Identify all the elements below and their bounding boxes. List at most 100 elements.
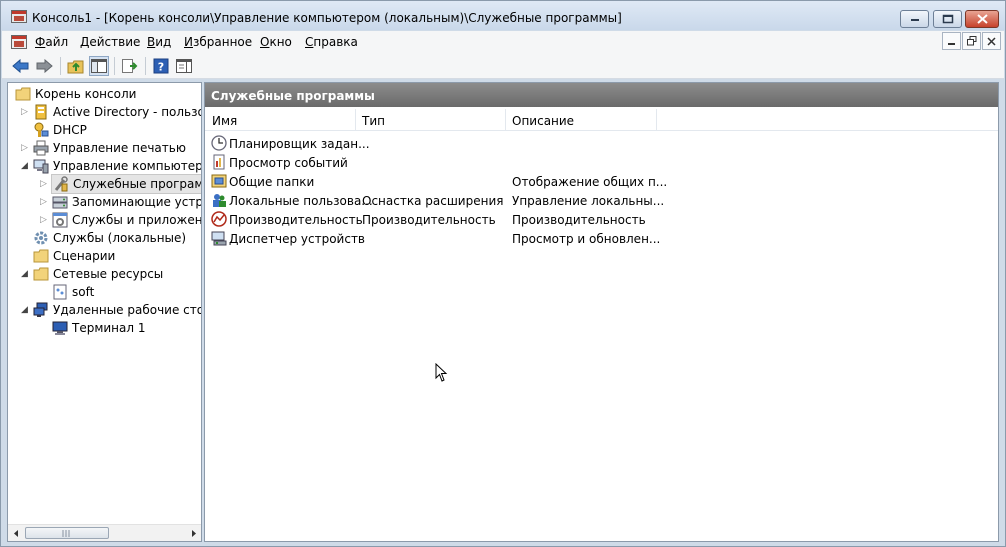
console-tree[interactable]: Корень консоли ▷ Active Directory - поль… (7, 82, 202, 542)
tree-item-label: Сетевые ресурсы (53, 267, 164, 281)
folder-icon (15, 86, 31, 102)
tree-item-label: Запоминающие устро (72, 195, 202, 209)
title-bar[interactable]: Консоль1 - [Корень консоли\Управление ко… (1, 1, 1005, 30)
performance-icon (211, 211, 227, 227)
back-button[interactable] (11, 56, 31, 76)
show-action-pane-icon (176, 59, 192, 73)
help-button[interactable]: ? (151, 56, 171, 76)
minimize-button[interactable] (900, 10, 929, 28)
toolbar: ? (2, 53, 1004, 79)
tree-item-terminal-1[interactable]: Терминал 1 (52, 319, 146, 337)
list-item-name: Производительность (229, 213, 363, 227)
tree-item-console-root[interactable]: Корень консоли (15, 85, 136, 103)
list-item[interactable]: Производительность Производительность Пр… (205, 210, 998, 229)
menu-view[interactable]: Вид (147, 35, 171, 49)
column-description[interactable]: Описание (512, 114, 574, 128)
child-restore-button[interactable] (962, 32, 981, 50)
collapse-arrow-icon[interactable]: ◢ (21, 161, 33, 171)
column-divider[interactable] (505, 109, 506, 131)
tree-horizontal-scrollbar[interactable] (8, 524, 201, 541)
export-list-icon (122, 59, 138, 73)
menu-favorites[interactable]: Избранное (184, 35, 252, 49)
child-close-button[interactable] (982, 32, 1001, 50)
expand-arrow-icon[interactable]: ▷ (21, 107, 33, 117)
menu-action[interactable]: Действие (80, 35, 140, 49)
list-item[interactable]: Просмотр событий (205, 153, 998, 172)
toolbar-separator (145, 57, 146, 75)
tree-item-label: Службы и приложени (72, 213, 202, 227)
tree-item-scripts[interactable]: Сценарии (33, 247, 115, 265)
tree-item-remote-desktops[interactable]: ◢ Удаленные рабочие столь (21, 301, 201, 319)
tree-item-active-directory[interactable]: ▷ Active Directory - пользова (21, 103, 201, 121)
up-one-level-button[interactable] (66, 56, 86, 76)
child-minimize-button[interactable] (942, 32, 961, 50)
tree-item-label: Управление печатью (53, 141, 186, 155)
menu-help[interactable]: Справка (305, 35, 358, 49)
printer-icon (33, 140, 49, 156)
list-item-name: Локальные пользова... (229, 194, 373, 208)
tree-item-services-applications[interactable]: ▷ Службы и приложени (40, 211, 202, 229)
forward-button[interactable] (34, 56, 54, 76)
maximize-button[interactable] (933, 10, 962, 28)
selected-highlight: Служебные программ (50, 174, 201, 194)
export-list-button[interactable] (120, 56, 140, 76)
expand-arrow-icon[interactable]: ▷ (40, 179, 52, 189)
column-name[interactable]: Имя (212, 114, 237, 128)
column-divider[interactable] (355, 109, 356, 131)
tree-item-label: Удаленные рабочие столь (53, 303, 201, 317)
expand-arrow-icon[interactable]: ▷ (21, 143, 33, 153)
tree-item-soft[interactable]: soft (52, 283, 94, 301)
expand-arrow-icon[interactable]: ▷ (40, 197, 52, 207)
tree-item-label: Active Directory - пользова (53, 105, 201, 119)
tree-item-network-resources[interactable]: ◢ Сетевые ресурсы (21, 265, 163, 283)
column-divider[interactable] (656, 109, 657, 131)
menu-file[interactable]: Файл (35, 35, 68, 49)
tree-item-label: Управление компьютером (53, 159, 202, 173)
list-item[interactable]: Общие папки Отображение общих п... (205, 172, 998, 191)
computer-management-icon (33, 158, 49, 174)
column-header: Имя Тип Описание (205, 109, 998, 131)
list-item-type: Оснастка расширения (362, 194, 504, 208)
tree-item-print-management[interactable]: ▷ Управление печатью (21, 139, 186, 157)
show-hide-tree-button[interactable] (89, 56, 109, 76)
list-item[interactable]: Диспетчер устройств Просмотр и обновлен.… (205, 229, 998, 248)
list-item-description: Производительность (512, 213, 646, 227)
tree-item-dhcp[interactable]: DHCP (33, 121, 87, 139)
share-icon (52, 284, 68, 300)
scrollbar-thumb[interactable] (25, 527, 109, 539)
tree-item-storage[interactable]: ▷ Запоминающие устро (40, 193, 202, 211)
scroll-right-icon[interactable] (190, 529, 198, 538)
tree-item-label: Корень консоли (35, 87, 137, 101)
list-item[interactable]: Локальные пользова... Оснастка расширени… (205, 191, 998, 210)
tree-item-label: soft (72, 285, 95, 299)
document-system-menu-icon[interactable] (11, 35, 27, 49)
scroll-left-icon[interactable] (12, 529, 20, 538)
tree-item-label: Службы (локальные) (53, 231, 187, 245)
toolbar-separator (114, 57, 115, 75)
collapse-arrow-icon[interactable]: ◢ (21, 269, 33, 279)
mmc-window: Консоль1 - [Корень консоли\Управление ко… (0, 0, 1006, 547)
list-item-description: Управление локальны... (512, 194, 665, 208)
tree-item-services-local[interactable]: Службы (локальные) (33, 229, 186, 247)
tree-item-system-tools[interactable]: ▷ Служебные программ (40, 174, 201, 194)
back-icon (12, 59, 29, 73)
column-type[interactable]: Тип (362, 114, 385, 128)
ad-icon (33, 104, 49, 120)
show-action-pane-button[interactable] (174, 56, 194, 76)
tools-icon (53, 176, 69, 192)
tree-item-computer-management[interactable]: ◢ Управление компьютером (21, 157, 202, 175)
results-pane: Служебные программы Имя Тип Описание Пла… (204, 82, 999, 542)
console-app-icon (11, 10, 27, 23)
svg-text:?: ? (158, 61, 164, 74)
clock-icon (211, 135, 227, 151)
results-pane-title: Служебные программы (205, 83, 998, 107)
close-icon (976, 14, 988, 24)
list-item[interactable]: Планировщик задан... (205, 134, 998, 153)
list-item-name: Просмотр событий (229, 156, 348, 170)
expand-arrow-icon[interactable]: ▷ (40, 215, 52, 225)
forward-icon (36, 59, 53, 73)
tree-item-label: Сценарии (53, 249, 116, 263)
collapse-arrow-icon[interactable]: ◢ (21, 305, 33, 315)
menu-window[interactable]: Окно (260, 35, 292, 49)
close-button[interactable] (965, 10, 999, 28)
